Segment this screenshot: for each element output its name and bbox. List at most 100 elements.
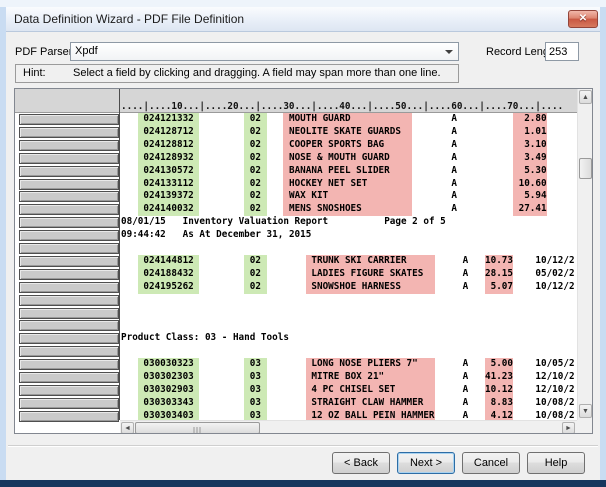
report-field[interactable]: 024188432 (138, 268, 200, 281)
row-select-box[interactable] (19, 385, 119, 396)
report-field[interactable]: 5.94 (513, 190, 547, 203)
report-field[interactable]: 02 (244, 281, 266, 294)
report-field[interactable]: 024133112 (138, 178, 200, 191)
scroll-up-button[interactable]: ▲ (579, 90, 592, 104)
report-field[interactable]: 02 (244, 165, 266, 178)
report-field[interactable]: 030302303 (138, 371, 200, 384)
report-field[interactable]: 27.41 (513, 203, 547, 216)
report-field[interactable]: MITRE BOX 21" (306, 371, 435, 384)
report-field[interactable]: 5.00 (485, 358, 513, 371)
report-field[interactable]: TRUNK SKI CARRIER (306, 255, 435, 268)
record-length-input[interactable] (545, 42, 579, 61)
back-button[interactable]: < Back (332, 452, 390, 474)
row-select-box[interactable] (19, 333, 119, 344)
report-field[interactable]: 03 (244, 384, 266, 397)
report-field[interactable]: LADIES FIGURE SKATES (306, 268, 435, 281)
report-row[interactable] (121, 345, 577, 358)
report-field[interactable]: NOSE & MOUTH GUARD (283, 152, 412, 165)
report-field[interactable]: 024144812 (138, 255, 200, 268)
row-select-box[interactable] (19, 372, 119, 383)
report-row[interactable]: 024133112 02 HOCKEY NET SET A 10.60 (121, 178, 577, 191)
report-rows[interactable]: 024121332 02 MOUTH GUARD A 2.80 02412871… (121, 113, 577, 420)
help-button[interactable]: Help (527, 452, 585, 474)
title-bar[interactable]: Data Definition Wizard - PDF File Defini… (6, 7, 600, 32)
row-select-box[interactable] (19, 346, 119, 357)
report-field[interactable]: 28.15 (485, 268, 513, 281)
report-field[interactable]: 5.07 (485, 281, 513, 294)
report-field[interactable]: COOPER SPORTS BAG (283, 139, 412, 152)
report-row[interactable]: 024130572 02 BANANA PEEL SLIDER A 5.30 (121, 165, 577, 178)
report-field[interactable]: 024139372 (138, 190, 200, 203)
report-field[interactable]: MENS SNOSHOES (283, 203, 412, 216)
report-field[interactable]: BANANA PEEL SLIDER (283, 165, 412, 178)
report-row[interactable]: 024139372 02 WAX KIT A 5.94 (121, 190, 577, 203)
report-field[interactable]: SNOWSHOE HARNESS (306, 281, 435, 294)
report-row[interactable] (121, 319, 577, 332)
row-select-box[interactable] (19, 204, 119, 215)
vertical-scrollbar[interactable]: ▲ ▼ (577, 89, 592, 420)
report-field[interactable]: HOCKEY NET SET (283, 178, 412, 191)
report-field[interactable]: 024140032 (138, 203, 200, 216)
report-field[interactable]: 02 (244, 139, 266, 152)
report-field[interactable]: 024195262 (138, 281, 200, 294)
report-row[interactable]: 024128932 02 NOSE & MOUTH GUARD A 3.49 (121, 152, 577, 165)
report-field[interactable]: LONG NOSE PLIERS 7" (306, 358, 435, 371)
report-row[interactable]: Product Class: 03 - Hand Tools (121, 332, 577, 345)
row-select-box[interactable] (19, 243, 119, 254)
row-select-box[interactable] (19, 359, 119, 370)
report-field[interactable]: 3.10 (513, 139, 547, 152)
scroll-down-button[interactable]: ▼ (579, 404, 592, 418)
row-select-box[interactable] (19, 269, 119, 280)
report-row[interactable]: 030302903 03 4 PC CHISEL SET A10.1212/10… (121, 384, 577, 397)
row-select-box[interactable] (19, 166, 119, 177)
row-select-box[interactable] (19, 230, 119, 241)
report-field[interactable]: 2.80 (513, 113, 547, 126)
row-select-box[interactable] (19, 411, 119, 422)
report-field[interactable]: 10.60 (513, 178, 547, 191)
row-select-box[interactable] (19, 308, 119, 319)
report-field[interactable]: 8.83 (485, 397, 513, 410)
report-field[interactable]: 024128712 (138, 126, 200, 139)
row-select-box[interactable] (19, 320, 119, 331)
report-field[interactable]: 41.23 (485, 371, 513, 384)
report-field[interactable]: 02 (244, 113, 266, 126)
row-select-box[interactable] (19, 282, 119, 293)
report-field[interactable]: 02 (244, 152, 266, 165)
report-field[interactable]: 3.49 (513, 152, 547, 165)
row-select-box[interactable] (19, 153, 119, 164)
report-row[interactable]: 08/01/15Inventory Valuation ReportPage 2… (121, 216, 577, 229)
report-field[interactable]: NEOLITE SKATE GUARDS (283, 126, 412, 139)
close-button[interactable]: ✕ (568, 10, 598, 28)
report-row[interactable]: 030030323 03 LONG NOSE PLIERS 7" A 5.001… (121, 358, 577, 371)
report-field[interactable]: 02 (244, 126, 266, 139)
report-row[interactable] (121, 307, 577, 320)
report-field[interactable]: 024128812 (138, 139, 200, 152)
next-button[interactable]: Next > (397, 452, 455, 474)
row-select-box[interactable] (19, 295, 119, 306)
report-field[interactable]: 5.30 (513, 165, 547, 178)
report-field[interactable]: WAX KIT (283, 190, 412, 203)
report-field[interactable]: 03 (244, 358, 266, 371)
report-field[interactable]: 1.01 (513, 126, 547, 139)
cancel-button[interactable]: Cancel (462, 452, 520, 474)
report-row[interactable] (121, 294, 577, 307)
report-field[interactable]: 10.12 (485, 384, 513, 397)
report-field[interactable]: 030303343 (138, 397, 200, 410)
report-row[interactable]: 024144812 02 TRUNK SKI CARRIER A10.7310/… (121, 255, 577, 268)
report-row[interactable]: 030302303 03 MITRE BOX 21" A41.2312/10/2 (121, 371, 577, 384)
report-field[interactable]: 4 PC CHISEL SET (306, 384, 435, 397)
horizontal-scrollbar[interactable]: ◄ ► (120, 420, 577, 434)
report-field[interactable]: 02 (244, 268, 266, 281)
row-select-box[interactable] (19, 127, 119, 138)
report-field[interactable]: 03 (244, 397, 266, 410)
vertical-scroll-thumb[interactable] (579, 158, 592, 179)
report-row[interactable]: 024128712 02 NEOLITE SKATE GUARDS A 1.01 (121, 126, 577, 139)
report-field[interactable]: 024128932 (138, 152, 200, 165)
scroll-left-button[interactable]: ◄ (121, 422, 134, 434)
report-row[interactable]: 024195262 02 SNOWSHOE HARNESS A 5.0710/1… (121, 281, 577, 294)
horizontal-scroll-thumb[interactable] (135, 422, 260, 434)
row-select-box[interactable] (19, 217, 119, 228)
report-row[interactable]: 09:44:42As At December 31, 2015 (121, 229, 577, 242)
row-select-box[interactable] (19, 191, 119, 202)
report-row[interactable]: 030303343 03 STRAIGHT CLAW HAMMER A 8.83… (121, 397, 577, 410)
